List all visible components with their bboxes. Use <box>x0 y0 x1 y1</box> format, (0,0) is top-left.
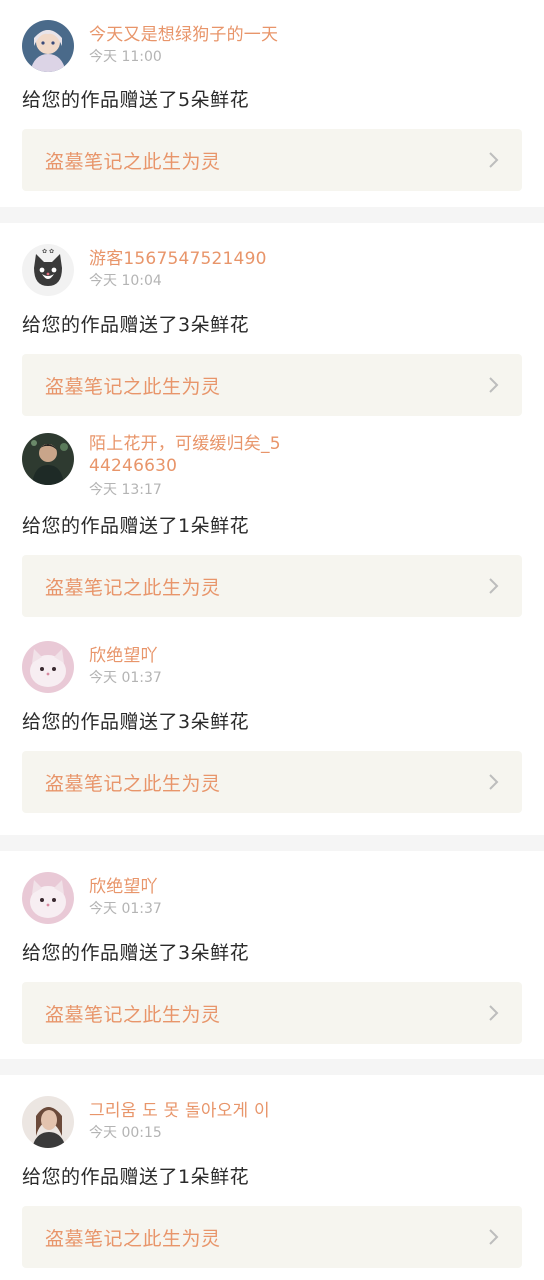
gift-notification-list: 今天又是想绿狗子的一天 今天 11:00 给您的作品赠送了5朵鲜花 盗墓笔记之此… <box>0 0 544 1280</box>
chevron-right-icon <box>489 1005 499 1021</box>
user-row: 欣绝望吖 今天 01:37 <box>22 872 522 924</box>
user-avatar[interactable] <box>22 641 74 693</box>
work-link-card[interactable]: 盗墓笔记之此生为灵 <box>22 354 522 416</box>
gift-message: 给您的作品赠送了3朵鲜花 <box>22 711 250 733</box>
gift-message: 给您的作品赠送了1朵鲜花 <box>22 1166 250 1188</box>
cat-avatar-icon: ✿ ✿ <box>22 244 74 296</box>
section-separator <box>0 207 544 223</box>
work-link-card[interactable]: 盗墓笔记之此生为灵 <box>22 751 522 813</box>
timestamp: 今天 10:04 <box>89 273 162 289</box>
notification-item: ✿ ✿ 游客1567547521490 今天 10:04 给您的作品赠送了3朵鲜… <box>0 223 544 416</box>
notification-item: 陌上花开，可缓缓归矣_544246630 今天 13:17 给您的作品赠送了1朵… <box>0 416 544 617</box>
pink-cat-avatar-icon <box>22 641 74 693</box>
user-avatar[interactable] <box>22 20 74 72</box>
work-title: 盗墓笔记之此生为灵 <box>45 150 221 173</box>
timestamp: 今天 01:37 <box>89 901 162 917</box>
chevron-right-icon <box>489 578 499 594</box>
notification-card: 欣绝望吖 今天 01:37 给您的作品赠送了3朵鲜花 盗墓笔记之此生为灵 <box>0 851 544 1059</box>
gift-message: 给您的作品赠送了3朵鲜花 <box>22 314 250 336</box>
person-photo-avatar-icon <box>22 433 74 485</box>
chevron-right-icon <box>489 152 499 168</box>
username[interactable]: 今天又是想绿狗子的一天 <box>89 24 278 46</box>
work-link-card[interactable]: 盗墓笔记之此生为灵 <box>22 1206 522 1268</box>
username[interactable]: 그리움 도 못 돌아오게 이 <box>89 1100 270 1122</box>
work-link-card[interactable]: 盗墓笔记之此生为灵 <box>22 555 522 617</box>
notification-card: ✿ ✿ 游客1567547521490 今天 10:04 给您的作品赠送了3朵鲜… <box>0 223 544 835</box>
gift-message: 给您的作品赠送了1朵鲜花 <box>22 515 250 537</box>
user-avatar[interactable]: ✿ ✿ <box>22 244 74 296</box>
chevron-right-icon <box>489 377 499 393</box>
timestamp: 今天 01:37 <box>89 670 162 686</box>
work-title: 盗墓笔记之此生为灵 <box>45 1003 221 1026</box>
chevron-right-icon <box>489 1229 499 1245</box>
notification-item: 欣绝望吖 今天 01:37 给您的作品赠送了3朵鲜花 盗墓笔记之此生为灵 <box>0 851 544 1044</box>
notification-card: 그리움 도 못 돌아오게 이 今天 00:15 给您的作品赠送了1朵鲜花 盗墓笔… <box>0 1075 544 1280</box>
chevron-right-icon <box>489 774 499 790</box>
notification-item: 欣绝望吖 今天 01:37 给您的作品赠送了3朵鲜花 盗墓笔记之此生为灵 <box>0 617 544 813</box>
work-title: 盗墓笔记之此生为灵 <box>45 1227 221 1250</box>
username[interactable]: 游客1567547521490 <box>89 248 267 270</box>
username[interactable]: 欣绝望吖 <box>89 645 162 667</box>
illustrated-girl-avatar-icon <box>22 20 74 72</box>
gift-message: 给您的作品赠送了3朵鲜花 <box>22 942 250 964</box>
work-link-card[interactable]: 盗墓笔记之此生为灵 <box>22 982 522 1044</box>
timestamp: 今天 11:00 <box>89 49 162 65</box>
username[interactable]: 陌上花开，可缓缓归矣_544246630 <box>89 433 289 477</box>
user-avatar[interactable] <box>22 1096 74 1148</box>
svg-text:✿ ✿: ✿ ✿ <box>42 248 54 255</box>
user-avatar[interactable] <box>22 433 74 485</box>
pink-cat-avatar-icon <box>22 872 74 924</box>
work-title: 盗墓笔记之此生为灵 <box>45 375 221 398</box>
user-row: ✿ ✿ 游客1567547521490 今天 10:04 <box>22 244 522 296</box>
user-row: 陌上花开，可缓缓归矣_544246630 今天 13:17 <box>22 433 522 500</box>
timestamp: 今天 00:15 <box>89 1125 162 1141</box>
user-row: 欣绝望吖 今天 01:37 <box>22 641 522 693</box>
portrait-avatar-icon <box>22 1096 74 1148</box>
work-title: 盗墓笔记之此生为灵 <box>45 772 221 795</box>
username[interactable]: 欣绝望吖 <box>89 876 162 898</box>
gift-message: 给您的作品赠送了5朵鲜花 <box>22 89 250 111</box>
notification-item: 그리움 도 못 돌아오게 이 今天 00:15 给您的作品赠送了1朵鲜花 盗墓笔… <box>0 1075 544 1268</box>
notification-card: 今天又是想绿狗子的一天 今天 11:00 给您的作品赠送了5朵鲜花 盗墓笔记之此… <box>0 0 544 207</box>
section-separator <box>0 1059 544 1075</box>
user-avatar[interactable] <box>22 872 74 924</box>
user-row: 今天又是想绿狗子的一天 今天 11:00 <box>22 20 522 72</box>
notification-item: 今天又是想绿狗子的一天 今天 11:00 给您的作品赠送了5朵鲜花 盗墓笔记之此… <box>0 0 544 191</box>
work-link-card[interactable]: 盗墓笔记之此生为灵 <box>22 129 522 191</box>
timestamp: 今天 13:17 <box>89 482 162 498</box>
section-separator <box>0 835 544 851</box>
user-row: 그리움 도 못 돌아오게 이 今天 00:15 <box>22 1096 522 1148</box>
work-title: 盗墓笔记之此生为灵 <box>45 576 221 599</box>
